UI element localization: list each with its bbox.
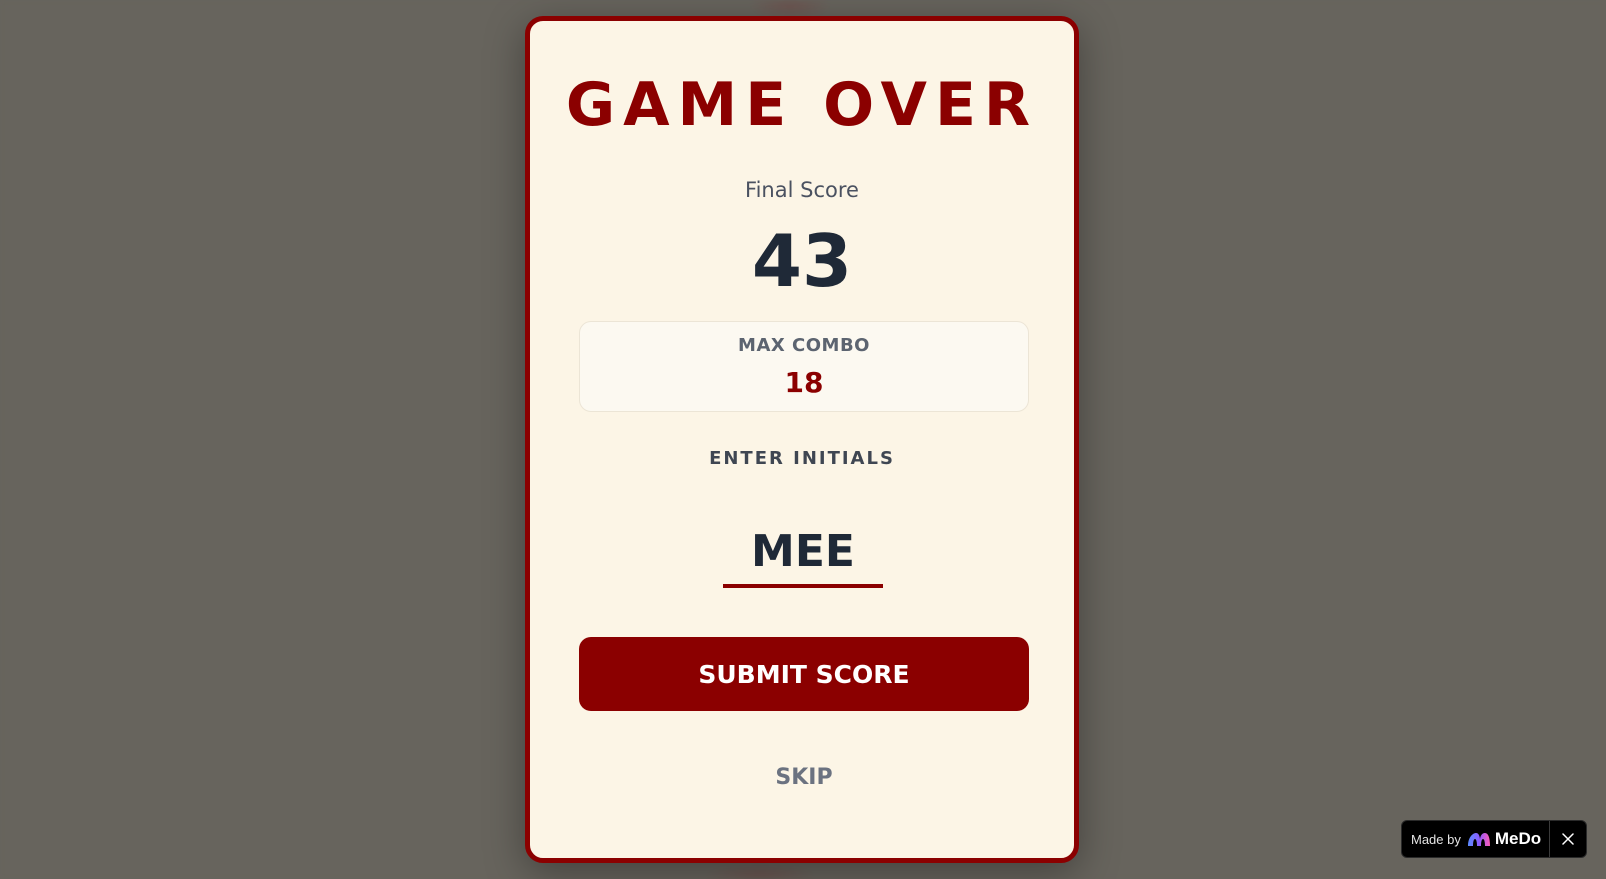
game-over-modal: GAME OVER Final Score 43 MAX COMBO 18 EN…: [525, 16, 1079, 863]
made-by-text: Made by: [1411, 831, 1461, 847]
initials-input[interactable]: [723, 518, 883, 588]
game-over-title: GAME OVER: [565, 70, 1039, 140]
final-score-label: Final Score: [745, 178, 859, 202]
max-combo-label: MAX COMBO: [738, 335, 870, 356]
enter-initials-label: ENTER INITIALS: [709, 448, 895, 469]
medo-brand-text: MeDo: [1494, 829, 1542, 848]
submit-score-button[interactable]: SUBMIT SCORE: [579, 637, 1029, 711]
close-icon: [1562, 833, 1574, 845]
badge-close-button[interactable]: [1550, 821, 1586, 857]
final-score-value: 43: [751, 219, 853, 303]
made-by-link[interactable]: Made by MeDo: [1402, 821, 1550, 857]
max-combo-value: 18: [784, 366, 824, 399]
max-combo-card: MAX COMBO 18: [579, 321, 1029, 412]
made-by-badge[interactable]: Made by MeDo: [1401, 820, 1587, 858]
skip-button[interactable]: SKIP: [754, 759, 854, 795]
medo-logo-icon: [1467, 833, 1490, 846]
